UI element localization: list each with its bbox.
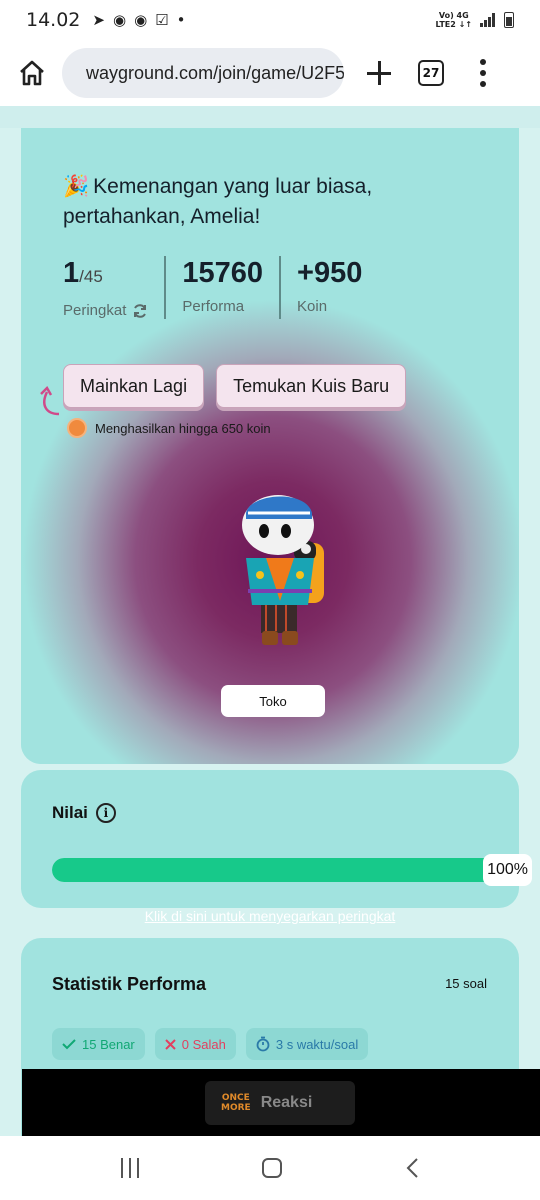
reaction-label: Reaksi (260, 1094, 313, 1111)
reaction-bar: ONCE MORE Reaksi (22, 1069, 540, 1137)
notification-icons: ➤ ◉ ◉ ☑ • (92, 11, 185, 29)
performance-label: Performa (182, 298, 245, 315)
result-title: 🎉 Kemenangan yang luar biasa, pertahankan… (63, 172, 463, 232)
shop-button[interactable]: Toko (221, 685, 325, 717)
battery-icon (504, 12, 514, 28)
reaction-button[interactable]: ONCE MORE Reaksi (205, 1081, 355, 1125)
status-bar: 14.02 ➤ ◉ ◉ ☑ • Vo) 4G LTE2 ↓↑ (0, 0, 540, 40)
performance-value: 15760 (182, 257, 264, 289)
dot-icon: • (176, 11, 186, 29)
rank-label: Peringkat (63, 302, 127, 319)
checkbox-icon: ☑ (155, 11, 169, 29)
score-percent-label: 100% (483, 854, 532, 886)
result-card: 🎉 Kemenangan yang luar biasa, pertahankan… (21, 128, 519, 764)
score-progress-bar: 100% (52, 854, 532, 886)
status-time: 14.02 (26, 9, 81, 31)
network-indicator: Vo) 4G LTE2 ↓↑ (435, 11, 472, 29)
curved-arrow-icon (40, 385, 60, 416)
checkmark-icon (62, 1039, 76, 1050)
rank-value: 1 (63, 257, 80, 289)
system-navigation-bar (0, 1136, 540, 1200)
play-again-button[interactable]: Mainkan Lagi (63, 364, 205, 408)
signal-icon (480, 13, 496, 27)
tab-switcher-button[interactable]: 27 (418, 60, 444, 86)
rank-total: /45 (79, 267, 103, 286)
system-home-button[interactable] (261, 1158, 282, 1178)
performance-stat: 15760 Performa (164, 256, 279, 319)
wrong-chip: 0 Salah (154, 1028, 236, 1060)
result-stats: 1/45 Peringkat 15760 Performa +950 Koin (63, 256, 378, 319)
coins-value: +950 (297, 257, 363, 289)
score-card: Nilai i 100% (21, 770, 532, 908)
recent-apps-button[interactable] (121, 1158, 140, 1178)
once-more-logo: ONCE MORE (221, 1093, 251, 1113)
avatar-character (242, 495, 324, 645)
back-icon[interactable] (405, 1157, 419, 1179)
coin-icon (67, 418, 87, 438)
address-bar[interactable]: wayground.com/join/game/U2F5 (62, 48, 344, 98)
refresh-leaderboard-link[interactable]: Klik di sini untuk menyegarkan peringkat (0, 908, 540, 924)
find-new-quiz-button[interactable]: Temukan Kuis Baru (216, 364, 407, 408)
rank-stat: 1/45 Peringkat (63, 256, 164, 319)
weibo-icon: ◉ (112, 11, 127, 29)
home-icon (20, 60, 44, 86)
question-count: 15 soal (445, 976, 487, 991)
close-icon (165, 1038, 176, 1050)
coin-earn-note: Menghasilkan hingga 650 koin (67, 418, 271, 438)
coins-label: Koin (297, 298, 328, 315)
new-tab-button[interactable] (364, 58, 394, 88)
performance-stats-title: Statistik Performa (52, 974, 207, 994)
correct-chip: 15 Benar (52, 1028, 145, 1060)
weibo-icon-2: ◉ (134, 11, 148, 29)
score-progress-fill (52, 858, 512, 882)
refresh-icon[interactable] (132, 303, 148, 319)
stopwatch-icon (256, 1036, 270, 1052)
page-content: 🎉 Kemenangan yang luar biasa, pertahankan… (0, 106, 540, 1136)
time-chip: 3 s waktu/soal (245, 1028, 369, 1060)
score-title: Nilai i (52, 803, 116, 823)
browser-menu-button[interactable] (480, 59, 486, 87)
coins-stat: +950 Koin (279, 256, 378, 319)
telegram-icon: ➤ (92, 11, 105, 29)
home-button[interactable] (14, 55, 50, 91)
url-text[interactable]: wayground.com/join/game/U2F5 (86, 63, 344, 84)
info-icon[interactable]: i (95, 803, 116, 823)
party-popper-icon: 🎉 (63, 175, 90, 198)
browser-toolbar: wayground.com/join/game/U2F5 27 (0, 40, 540, 106)
